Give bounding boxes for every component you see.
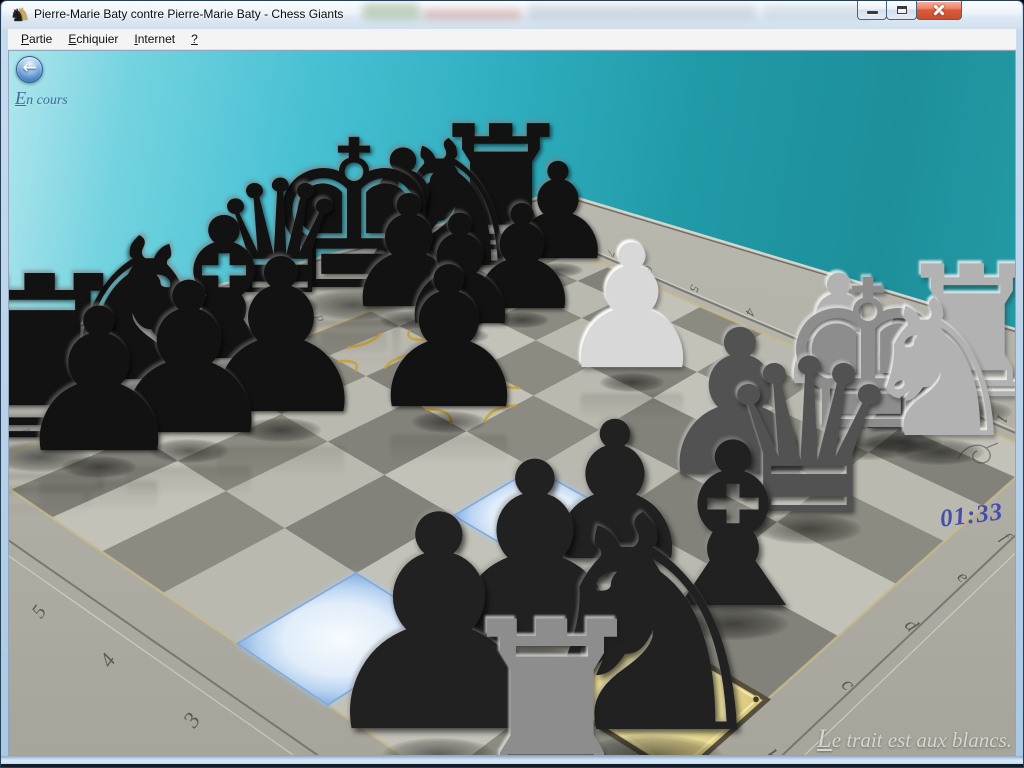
titlebar-glass-artifact xyxy=(422,9,522,20)
menu-item-?[interactable]: ? xyxy=(183,30,206,48)
titlebar[interactable]: ♞♞ Pierre-Marie Baty contre Pierre-Marie… xyxy=(2,1,1022,29)
game-viewport: 8877665544332211hhggffeeddccbbaa ♜♜♟♞♞♝♝… xyxy=(8,50,1016,756)
titlebar-glass-artifact xyxy=(527,5,757,21)
menu-item-internet[interactable]: Internet xyxy=(126,30,183,48)
back-arrow-icon: ← xyxy=(17,58,42,78)
maximize-button[interactable] xyxy=(886,1,917,20)
piece-white-R-a1[interactable]: ♜ xyxy=(321,593,783,756)
chess-3d-scene: 8877665544332211hhggffeeddccbbaa ♜♜♟♞♞♝♝… xyxy=(8,50,1016,756)
titlebar-glass-artifact xyxy=(362,3,420,20)
minimize-icon xyxy=(867,11,878,14)
minimize-button[interactable] xyxy=(857,1,887,20)
game-status-link[interactable]: En cours xyxy=(15,88,68,109)
window-controls xyxy=(858,1,962,20)
app-window: ♞♞ Pierre-Marie Baty contre Pierre-Marie… xyxy=(0,0,1024,768)
menu-item-echiquier[interactable]: Echiquier xyxy=(60,30,126,48)
close-icon xyxy=(933,4,946,17)
titlebar-glass-artifact xyxy=(762,5,872,21)
maximize-icon xyxy=(897,6,907,14)
window-title: Pierre-Marie Baty contre Pierre-Marie Ba… xyxy=(34,7,343,21)
menu-item-partie[interactable]: Partie xyxy=(13,30,60,48)
piece-black-P-a7[interactable]: ♟ xyxy=(8,283,297,481)
window-bottom-frame xyxy=(1,756,1023,767)
close-button[interactable] xyxy=(916,1,962,20)
menubar: PartieEchiquierInternet? xyxy=(8,29,1016,50)
back-button[interactable]: ← xyxy=(16,56,43,83)
app-icon-chess-knights: ♞♞ xyxy=(10,5,30,25)
